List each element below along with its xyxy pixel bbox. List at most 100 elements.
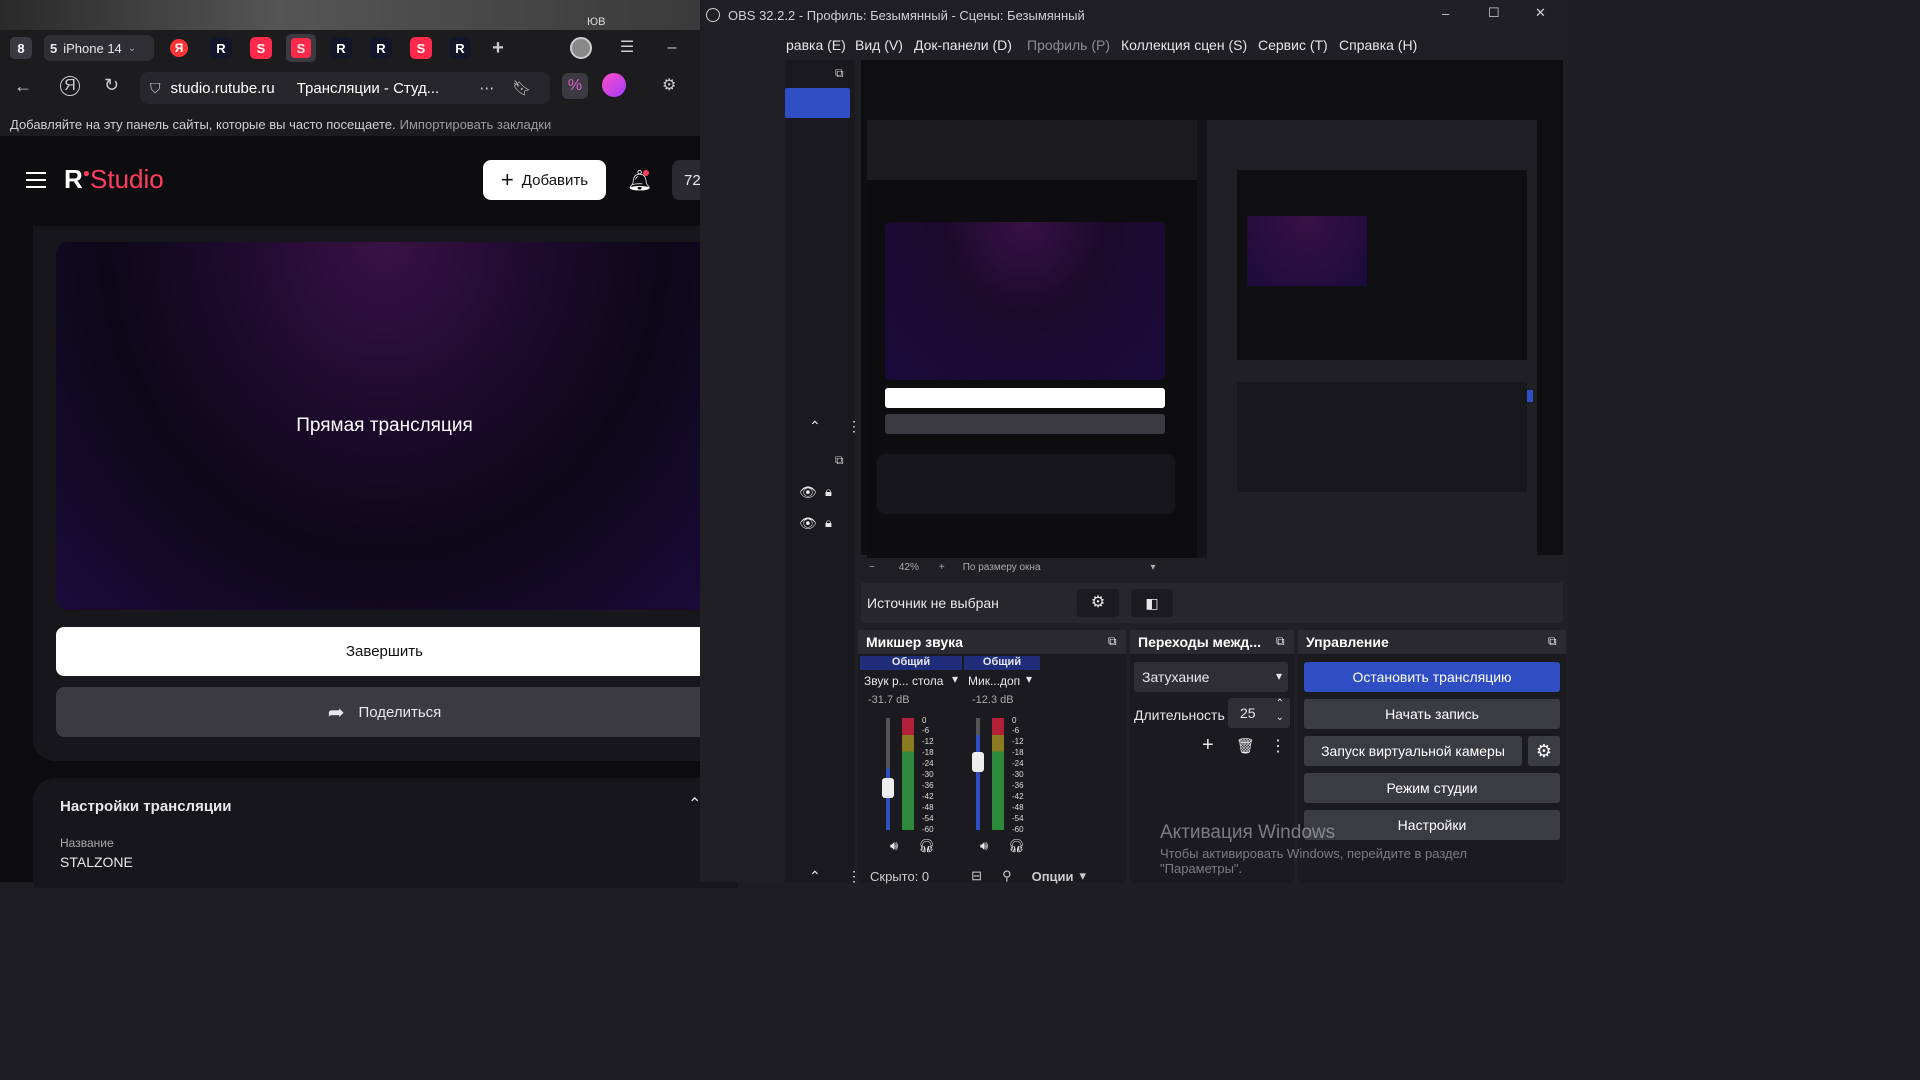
discount-icon[interactable]: % (562, 73, 588, 99)
channel-db: -31.7 dB (868, 694, 910, 706)
volume-fader-handle[interactable] (972, 752, 984, 772)
duration-spinbox[interactable]: 25 ⌃ ⌄ (1228, 698, 1290, 728)
controls-float-icon[interactable]: ⧉ (1548, 634, 1557, 649)
transition-more-icon[interactable]: ⋮ (1270, 736, 1286, 756)
bookmark-icon[interactable]: 🔖︎ (512, 79, 531, 97)
reload-icon[interactable]: ↻ (104, 75, 119, 96)
headphones-icon[interactable]: 🎧︎ (1008, 838, 1025, 854)
name-value[interactable]: STALZONE (60, 854, 133, 870)
eye-icon[interactable]: 👁︎ (799, 484, 817, 501)
bookmarks-bar: Добавляйте на эту панель сайты, которые … (0, 112, 785, 136)
spin-up-icon[interactable]: ⌃ (1276, 698, 1284, 709)
obs-minimize-icon[interactable]: – (1442, 6, 1449, 21)
tab-rutube-4[interactable]: R (449, 37, 471, 59)
obs-maximize-icon[interactable]: ☐ (1488, 5, 1500, 21)
transition-type-select[interactable]: Затухание ▾ (1134, 662, 1288, 692)
options-dropdown-icon[interactable]: ▾ (1080, 868, 1087, 884)
options-button[interactable]: Опции (1032, 869, 1074, 884)
channel-dropdown-icon[interactable]: ▾ (1026, 672, 1032, 686)
db-scale: 0 -6 -12 -18 -24 -30 -36 -42 -48 -54 -60 (922, 716, 934, 834)
tab-rutube-1[interactable]: R (210, 37, 232, 59)
zoom-in-icon[interactable]: + (939, 562, 945, 573)
mixer-layout-icon[interactable]: ⊟ (971, 868, 982, 884)
zoom-out-icon[interactable]: − (869, 562, 875, 573)
finish-button[interactable]: Завершить (56, 627, 713, 676)
scene-up-icon[interactable]: ⌃ (809, 418, 821, 435)
settings-title: Настройки трансляции (60, 798, 232, 815)
channel-dropdown-icon[interactable]: ▾ (952, 672, 958, 686)
minimize-icon[interactable]: – (662, 38, 682, 58)
tab-yandex[interactable]: Я (170, 39, 188, 57)
yandex-icon[interactable]: Я (60, 76, 80, 96)
mixer-header: Микшер звука ⧉ (858, 630, 1126, 654)
dock-float-icon-2[interactable]: ⧉ (835, 453, 844, 468)
menu-tools[interactable]: Сервис (T) (1258, 37, 1328, 53)
bookmarks-import-link[interactable]: Импортировать закладки (400, 117, 552, 132)
windows-activation-watermark: Активация Windows Чтобы активировать Win… (1160, 822, 1560, 876)
speaker-icon[interactable]: 🔊︎ (980, 838, 988, 854)
share-button[interactable]: ➦ Поделиться (56, 687, 713, 737)
channel-db: -12.3 dB (972, 694, 1014, 706)
lock-icon-2[interactable]: 🔒︎ (825, 515, 832, 531)
zoom-mode[interactable]: По размеру окна (963, 562, 1041, 573)
tab-rutube-3[interactable]: R (370, 37, 392, 59)
volume-fader-handle[interactable] (882, 778, 894, 798)
menu-profile[interactable]: Профиль (P) (1027, 37, 1110, 53)
alice-icon[interactable] (602, 73, 626, 97)
volume-fader-track[interactable] (886, 718, 890, 830)
lock-icon[interactable]: 🔒︎ (825, 484, 832, 500)
scene-item-selected[interactable] (785, 88, 850, 118)
source-filters-icon[interactable]: ◧ (1131, 589, 1173, 617)
menu-edit[interactable]: равка (E) (786, 37, 846, 53)
more-icon[interactable]: ⋯ (479, 79, 494, 97)
mixer-float-icon[interactable]: ⧉ (1108, 634, 1117, 649)
menu-scene-collection[interactable]: Коллекция сцен (S) (1121, 37, 1247, 53)
obs-preview[interactable] (861, 60, 1563, 558)
menu-docks[interactable]: Док-панели (D) (914, 37, 1012, 53)
zoom-dropdown-icon[interactable]: ▾ (1151, 562, 1156, 573)
virtual-camera-button[interactable]: Запуск виртуальной камеры (1304, 736, 1522, 766)
headphones-icon[interactable]: 🎧︎ (918, 838, 935, 854)
url-domain: studio.rutube.ru (170, 79, 275, 97)
studio-logo[interactable]: R ● Studio (64, 164, 164, 195)
delete-transition-icon[interactable]: 🗑︎ (1236, 737, 1255, 755)
spin-down-icon[interactable]: ⌄ (1276, 712, 1284, 723)
notification-dot (643, 170, 649, 176)
channel-name[interactable]: Мик...доп (968, 674, 1020, 688)
new-tab-icon[interactable]: + (487, 37, 509, 59)
virtual-camera-gear-icon[interactable]: ⚙ (1528, 736, 1560, 766)
back-icon[interactable]: ← (14, 76, 32, 97)
hamburger-icon[interactable] (26, 172, 46, 188)
video-player[interactable]: Прямая трансляция (56, 242, 713, 610)
mixer-link-icon[interactable]: ⚲ (1002, 868, 1012, 884)
obs-close-icon[interactable]: ✕ (1535, 5, 1546, 21)
menu-help[interactable]: Справка (H) (1339, 37, 1417, 53)
profile-icon[interactable] (570, 37, 592, 59)
transitions-float-icon[interactable]: ⧉ (1276, 634, 1285, 649)
tab-rutube-2[interactable]: R (330, 37, 352, 59)
tab-studio-2[interactable]: S (410, 37, 432, 59)
stop-stream-button[interactable]: Остановить трансляцию (1304, 662, 1560, 692)
add-button[interactable]: + Добавить (483, 160, 606, 200)
add-transition-icon[interactable]: + (1202, 734, 1214, 757)
channel-name[interactable]: Звук р... стола (864, 674, 943, 688)
scene-more-icon[interactable]: ⋮ (847, 418, 861, 435)
menu-view[interactable]: Вид (V) (855, 37, 903, 53)
db-scale: 0 -6 -12 -18 -24 -30 -36 -42 -48 -54 -60 (1012, 716, 1024, 834)
extension-icon[interactable]: ⚙ (662, 75, 676, 95)
eye-icon-2[interactable]: 👁︎ (799, 515, 817, 532)
menu-icon[interactable]: ☰ (617, 38, 637, 58)
volume-fader-track[interactable] (976, 718, 980, 830)
tab-group-active[interactable]: 5 iPhone 14 ⌄ (44, 35, 154, 61)
start-record-button[interactable]: Начать запись (1304, 699, 1560, 729)
source-properties-gear-icon[interactable]: ⚙ (1077, 589, 1119, 617)
tab-studio-active[interactable]: S (286, 34, 316, 62)
url-field[interactable]: ⛉ studio.rutube.ru Трансляции - Студ... … (140, 72, 550, 104)
speaker-icon[interactable]: 🔊︎ (890, 838, 898, 854)
zoom-value: 42% (898, 561, 919, 573)
source-up-icon[interactable]: ⌃ (809, 868, 821, 885)
studio-mode-button[interactable]: Режим студии (1304, 773, 1560, 803)
tab-studio-1[interactable]: S (250, 37, 272, 59)
tab-counter[interactable]: 8 (10, 37, 32, 59)
dock-float-icon[interactable]: ⧉ (835, 66, 844, 81)
